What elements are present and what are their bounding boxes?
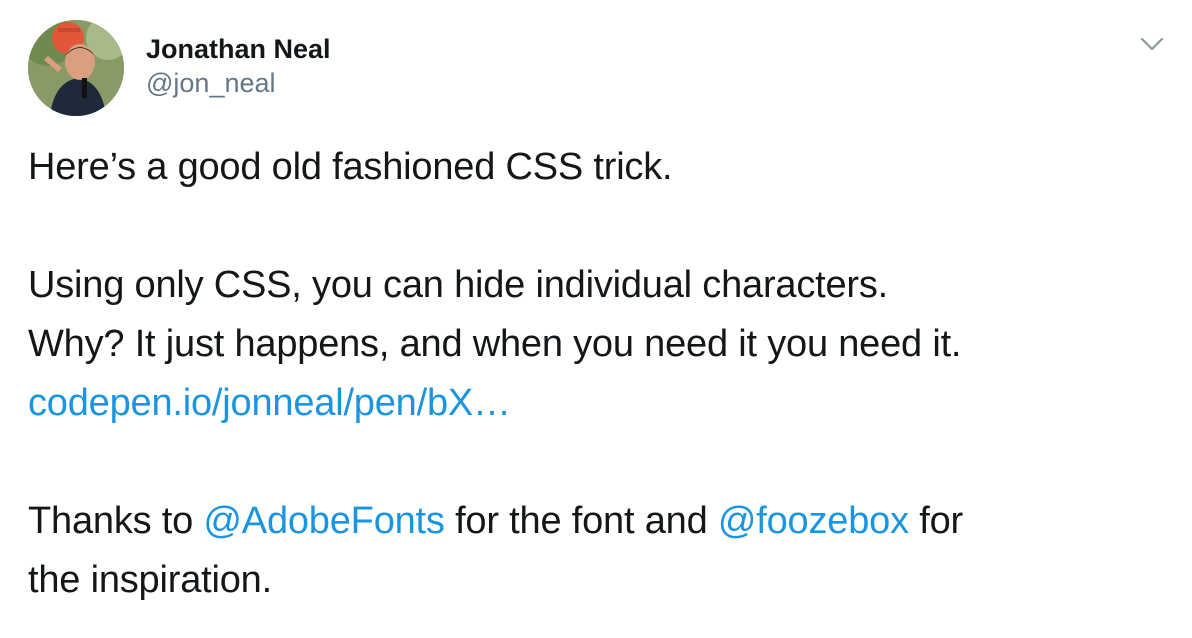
tweet-line: Thanks to @AdobeFonts for the font and @… xyxy=(28,492,1158,551)
tweet-link-line: codepen.io/jonneal/pen/bX… xyxy=(28,374,1158,433)
author-handle[interactable]: @jon_neal xyxy=(146,66,331,100)
mention-foozebox[interactable]: @foozebox xyxy=(718,500,909,542)
tweet-text-segment: Thanks to xyxy=(28,500,204,542)
tweet-text: Here’s a good old fashioned CSS trick. U… xyxy=(28,138,1158,610)
tweet-line: Using only CSS, you can hide individual … xyxy=(28,264,889,306)
avatar[interactable] xyxy=(28,20,124,116)
author-display-name[interactable]: Jonathan Neal xyxy=(146,32,331,66)
author-names: Jonathan Neal @jon_neal xyxy=(146,32,331,100)
tweet-text-segment: for the font and xyxy=(444,500,718,542)
user-avatar-icon xyxy=(28,20,124,116)
tweet-menu-button[interactable] xyxy=(1140,36,1164,52)
tweet-line: Why? It just happens, and when you need … xyxy=(28,323,962,365)
tweet-line: the inspiration. xyxy=(28,559,272,601)
mention-adobefonts[interactable]: @AdobeFonts xyxy=(203,500,444,542)
tweet-text-segment: for xyxy=(908,500,963,542)
codepen-link[interactable]: codepen.io/jonneal/pen/bX… xyxy=(28,382,511,424)
tweet-line: Here’s a good old fashioned CSS trick. xyxy=(28,146,673,188)
tweet-header: Jonathan Neal @jon_neal xyxy=(28,20,1168,116)
chevron-down-icon xyxy=(1140,37,1164,51)
tweet-card: Jonathan Neal @jon_neal Here’s a good ol… xyxy=(0,0,1192,638)
